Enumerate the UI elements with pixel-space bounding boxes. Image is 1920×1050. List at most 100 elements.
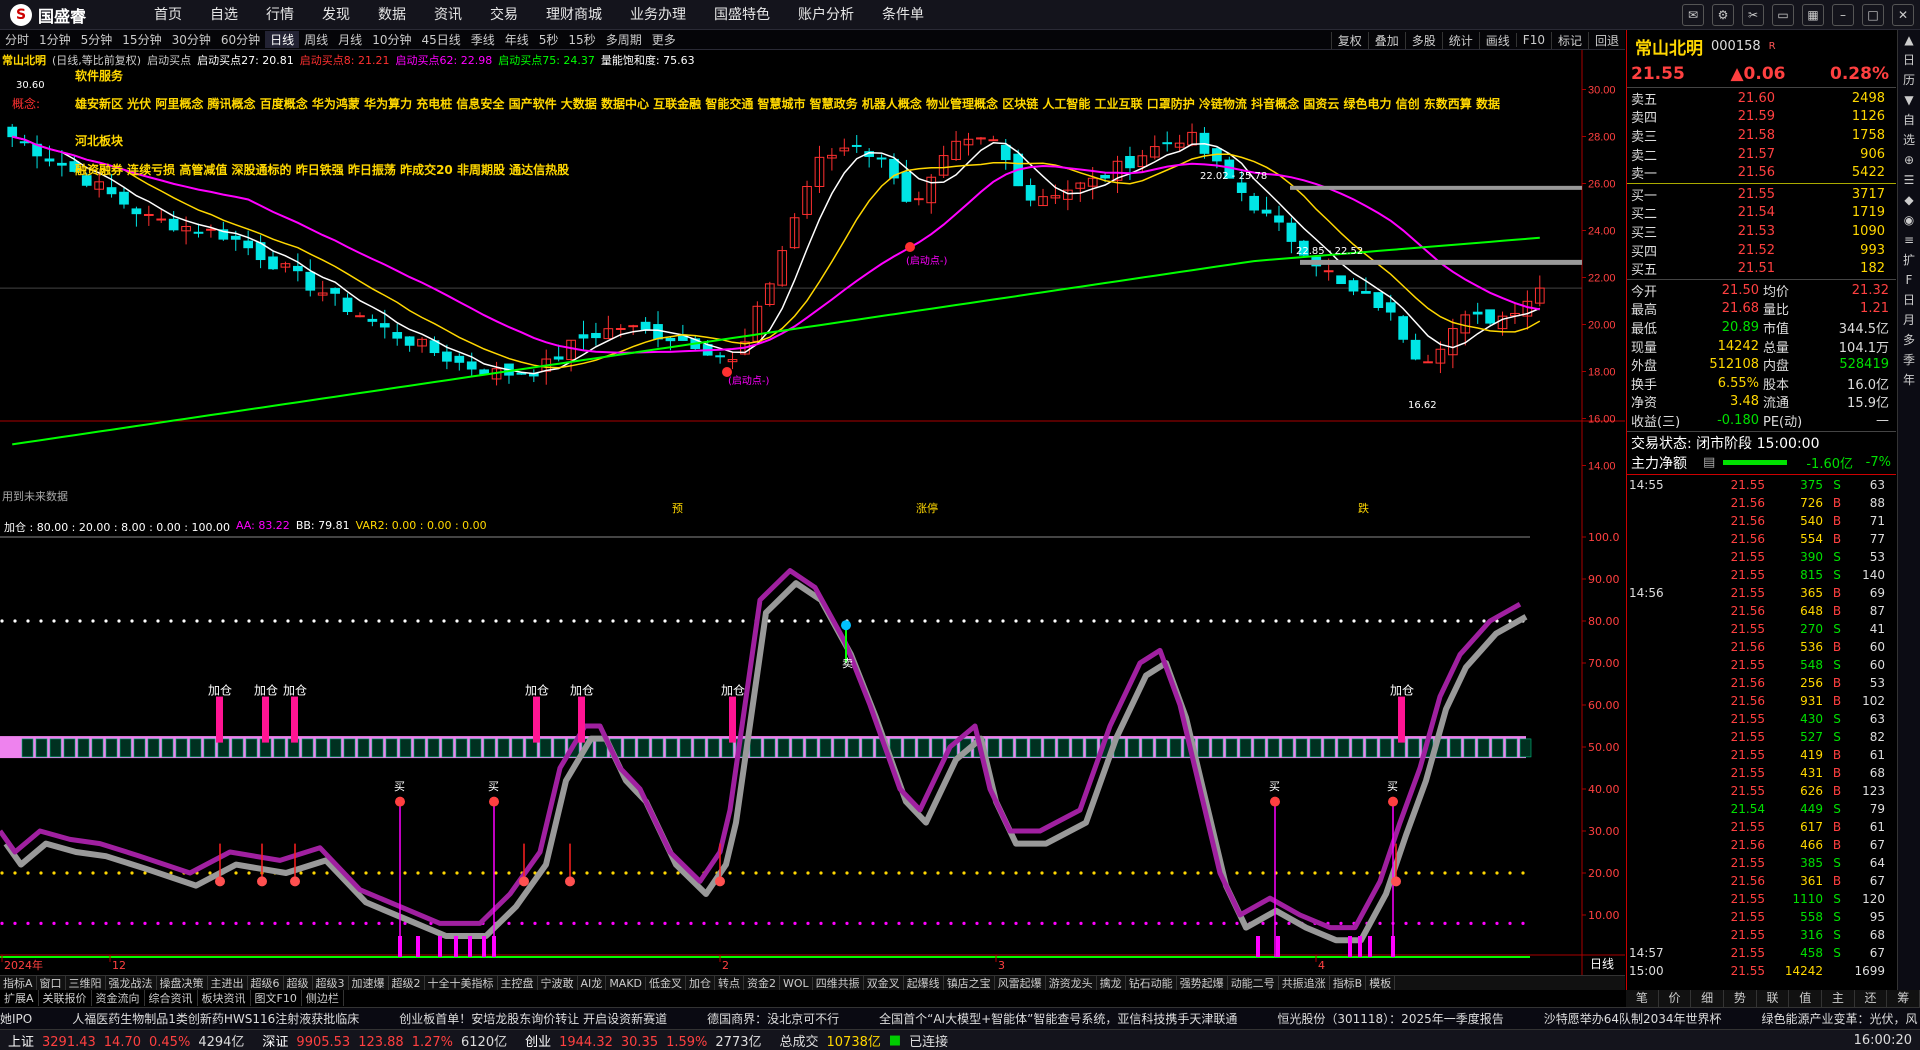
chart-tool[interactable]: 统计 — [1441, 31, 1479, 49]
indicator-tab[interactable]: 宁波敢 — [538, 975, 578, 991]
period-tab[interactable]: 分时 — [0, 31, 34, 48]
right-tab[interactable]: 细 — [1691, 990, 1725, 1007]
side-strip-item[interactable]: ⊕ — [1898, 150, 1920, 170]
indicator-tab[interactable]: 游资龙头 — [1046, 975, 1097, 991]
side-strip-item[interactable]: 扩 — [1898, 250, 1920, 270]
indicator-name[interactable]: 启动买点 — [147, 52, 191, 68]
indicator-tab[interactable]: 加速爆 — [349, 975, 389, 991]
quote-level[interactable]: 买三 21.53 1090 — [1627, 222, 1896, 241]
app-logo[interactable]: S 国盛睿 — [10, 4, 86, 26]
stock-name[interactable]: 常山北明 — [2, 52, 46, 68]
menu-item[interactable]: 账户分析 — [784, 0, 868, 30]
news-item[interactable]: 德国商界：没北京可不行 — [707, 1012, 839, 1026]
quote-level[interactable]: 卖五 21.60 2498 — [1627, 89, 1896, 108]
quote-level[interactable]: 买一 21.55 3717 — [1627, 185, 1896, 204]
side-strip-item[interactable]: 日 — [1898, 290, 1920, 310]
quote-level[interactable]: 买二 21.54 1719 — [1627, 204, 1896, 222]
period-tab[interactable]: 周线 — [299, 31, 333, 48]
side-strip-item[interactable]: 历 — [1898, 70, 1920, 90]
chart-tool[interactable]: 回退 — [1587, 31, 1625, 49]
quote-level[interactable]: 卖一 21.56 5422 — [1627, 163, 1896, 182]
side-strip-item[interactable]: ▼ — [1898, 90, 1920, 110]
indicator-tab[interactable]: 低金叉 — [646, 975, 687, 991]
side-strip-item[interactable]: ◆ — [1898, 190, 1920, 210]
menu-item[interactable]: 理财商城 — [532, 0, 616, 30]
news-item[interactable]: 恒光股份（301118）：2025年一季度报告 — [1277, 1012, 1503, 1026]
indicator-tab[interactable]: 动能二号 — [1228, 975, 1279, 991]
chart-tool[interactable]: 画线 — [1478, 31, 1516, 49]
indicator-tab[interactable]: AI龙 — [578, 975, 607, 991]
side-strip-item[interactable]: ◉ — [1898, 210, 1920, 230]
news-item[interactable]: 沙特愿举办64队制2034年世界杯 — [1544, 1012, 1722, 1026]
side-strip-item[interactable]: ▲ — [1898, 30, 1920, 50]
chart-tool[interactable]: 标记 — [1550, 31, 1588, 49]
menu-item[interactable]: 交易 — [476, 0, 532, 30]
news-item[interactable]: 她IPO — [0, 1012, 32, 1026]
info-tab[interactable]: 资金流向 — [92, 989, 145, 1006]
news-ticker[interactable]: 她IPO 人福医药生物制品1类创新药HWS116注射液获批临床 创业板首单！安培龙股… — [0, 1007, 1920, 1029]
info-tab[interactable]: 侧边栏 — [302, 989, 344, 1006]
news-item[interactable]: 人福医药生物制品1类创新药HWS116注射液获批临床 — [72, 1012, 359, 1026]
period-tab[interactable]: 45日线 — [416, 31, 465, 48]
side-strip-item[interactable]: 自 — [1898, 110, 1920, 130]
period-tab[interactable]: 5分钟 — [76, 31, 118, 48]
side-strip-item[interactable]: 选 — [1898, 130, 1920, 150]
side-strip-item[interactable]: 月 — [1898, 310, 1920, 330]
indicator-tab[interactable]: 模板 — [1366, 975, 1396, 991]
indicator-tab[interactable]: MAKD — [606, 976, 647, 990]
period-tab[interactable]: 15分钟 — [117, 31, 166, 48]
side-strip-item[interactable]: ≡ — [1898, 230, 1920, 250]
side-strip-item[interactable]: 年 — [1898, 370, 1920, 390]
chart-tool[interactable]: 叠加 — [1367, 31, 1405, 49]
info-tab[interactable]: 扩展A — [0, 989, 39, 1006]
indicator-tab[interactable]: 风雷起爆 — [995, 975, 1046, 991]
quote-level[interactable]: 卖三 21.58 1758 — [1627, 126, 1896, 145]
chart-tool[interactable]: 多股 — [1404, 31, 1442, 49]
menu-item[interactable]: 业务办理 — [616, 0, 700, 30]
side-strip-item[interactable]: 日 — [1898, 50, 1920, 70]
period-tab[interactable]: 1分钟 — [34, 31, 76, 48]
side-strip-item[interactable]: 多 — [1898, 330, 1920, 350]
news-item[interactable]: 绿色能源产业变革：光伏，风 — [1762, 1012, 1918, 1026]
period-tab[interactable]: 15秒 — [563, 31, 600, 48]
info-tab[interactable]: 图文F10 — [251, 989, 302, 1006]
period-tab[interactable]: 30分钟 — [167, 31, 216, 48]
side-strip-item[interactable]: ☰ — [1898, 170, 1920, 190]
indicator-tab[interactable]: 超级2 — [389, 975, 425, 991]
right-tab[interactable]: 还 — [1855, 990, 1888, 1007]
indicator-tab[interactable]: 擒龙 — [1097, 975, 1126, 991]
quote-level[interactable]: 买四 21.52 993 — [1627, 241, 1896, 260]
info-tab[interactable]: 板块资讯 — [198, 989, 251, 1006]
menu-item[interactable]: 资讯 — [420, 0, 476, 30]
news-item[interactable]: 创业板首单！安培龙股东询价转让 开启设资新赛道 — [399, 1012, 667, 1026]
news-item[interactable]: 全国首个“AI大模型+智能体”智能查号系统，亚信科技携手天津联通 — [879, 1012, 1237, 1026]
period-tab[interactable]: 季线 — [466, 31, 500, 48]
menu-item[interactable]: 发现 — [308, 0, 364, 30]
indicator-tab[interactable]: 钻石动能 — [1126, 975, 1177, 991]
maximize-icon[interactable]: □ — [1862, 4, 1884, 26]
period-tab[interactable]: 5秒 — [534, 31, 564, 48]
minimize-icon[interactable]: – — [1832, 4, 1854, 26]
right-tab[interactable]: 势 — [1724, 990, 1757, 1007]
info-tab[interactable]: 综合资讯 — [145, 989, 198, 1006]
indicator-tab[interactable]: 资金2 — [744, 975, 781, 991]
right-tab[interactable]: 价 — [1659, 990, 1692, 1007]
quote-level[interactable]: 卖四 21.59 1126 — [1627, 108, 1896, 126]
period-tab[interactable]: 月线 — [333, 31, 367, 48]
tick-list[interactable]: 14:55 21.55 375 S 63 21.56 726 B 88 21.56 540 B 71 21… — [1627, 476, 1896, 980]
indicator-tab[interactable]: WOL — [780, 976, 813, 990]
right-tab[interactable]: 值 — [1789, 990, 1823, 1007]
right-tab[interactable]: 主 — [1822, 990, 1855, 1007]
message-icon[interactable]: ✉ — [1682, 4, 1704, 26]
period-tab[interactable]: 更多 — [647, 31, 681, 48]
right-tab[interactable]: 筹 — [1887, 990, 1920, 1007]
indicator-tab[interactable]: 转点 — [715, 975, 745, 991]
indicator-tab[interactable]: 双金叉 — [864, 975, 904, 991]
quote-level[interactable]: 买五 21.51 182 — [1627, 259, 1896, 278]
indicator-tab[interactable]: 指标B — [1330, 975, 1367, 991]
menu-item[interactable]: 条件单 — [868, 0, 938, 30]
period-tab[interactable]: 年线 — [500, 31, 534, 48]
side-strip-item[interactable]: 季 — [1898, 350, 1920, 370]
menu-item[interactable]: 数据 — [364, 0, 420, 30]
indicator-tab[interactable]: 主控盘 — [498, 975, 538, 991]
